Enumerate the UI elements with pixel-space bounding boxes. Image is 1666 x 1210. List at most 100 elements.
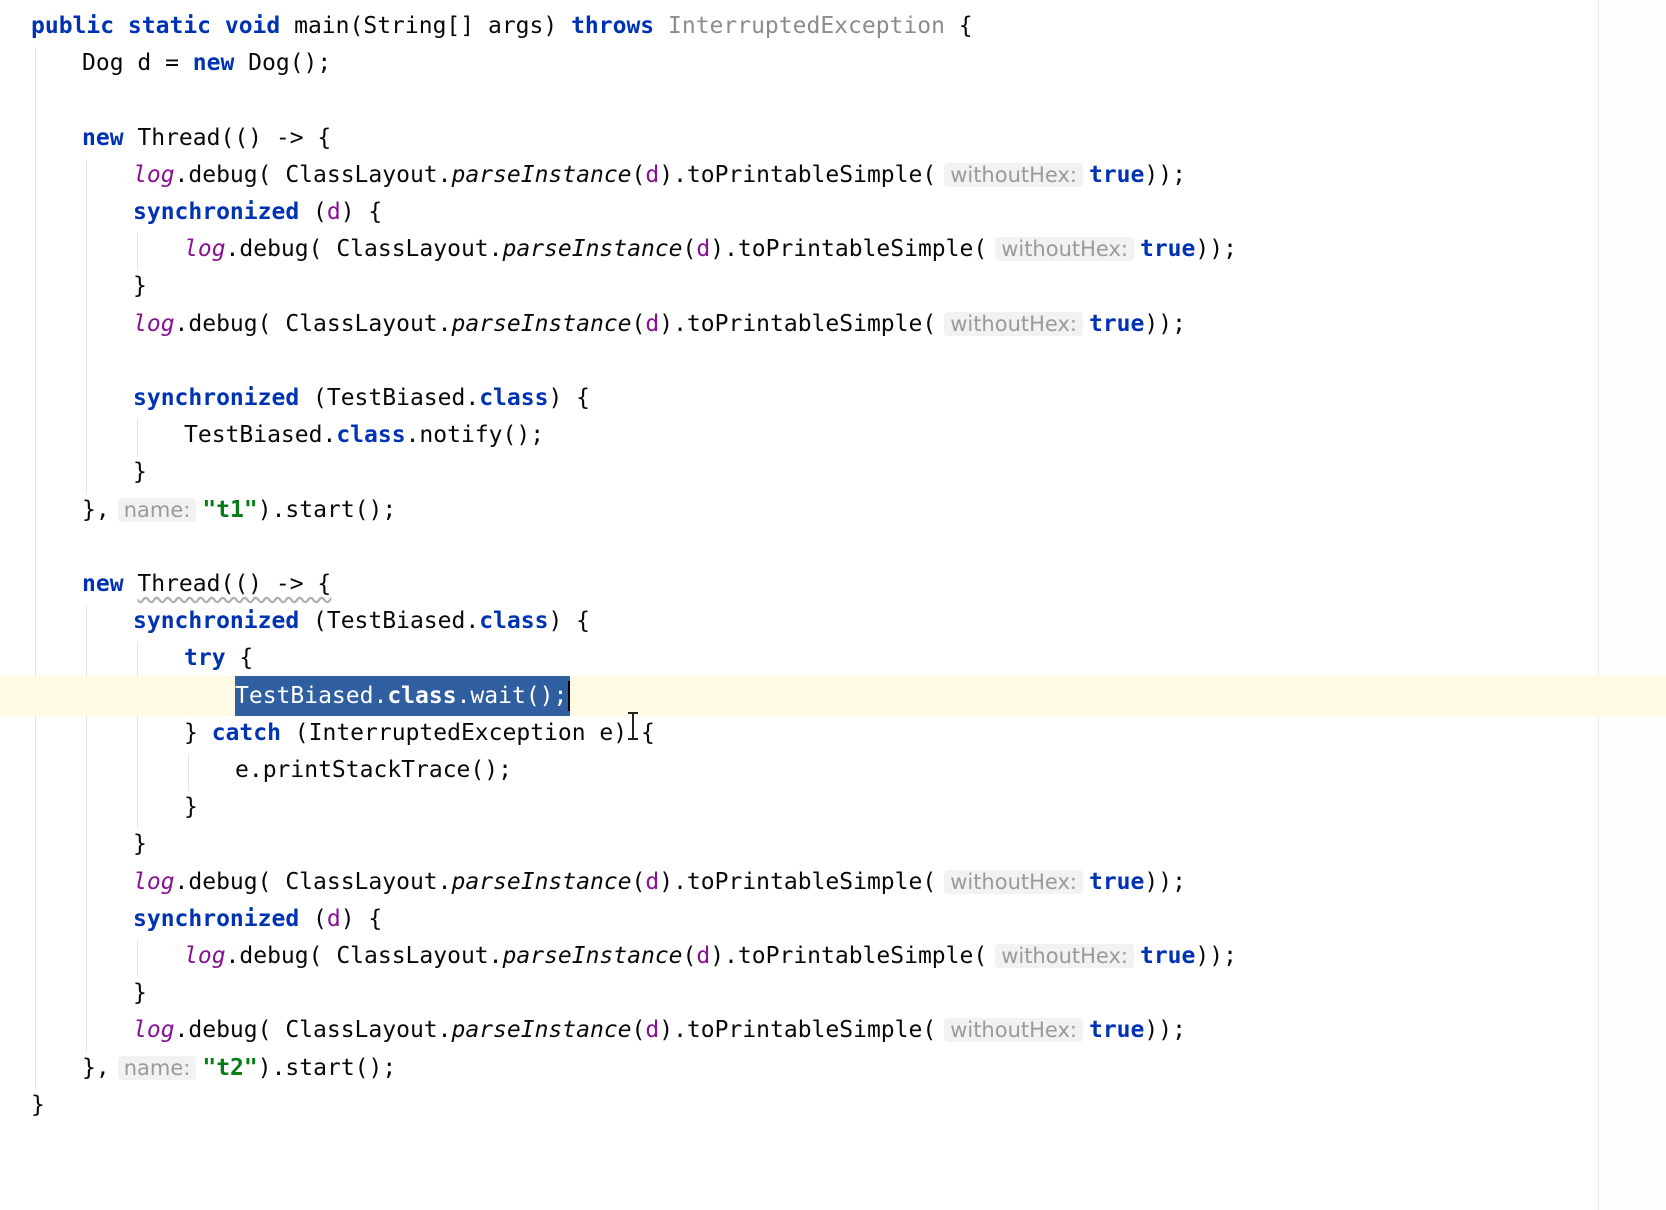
code-token: true [1088,1017,1145,1044]
code-token: d [696,943,711,969]
code-line[interactable]: } [0,973,1666,1013]
parameter-hint: withoutHex: [995,944,1134,968]
code-line[interactable]: try { [0,638,1666,678]
code-line[interactable]: } [0,452,1666,492]
code-token: .debug( ClassLayout. [174,161,452,188]
parameter-hint: withoutHex: [944,869,1083,894]
code-text: } catch (InterruptedException e) { [184,713,655,753]
code-token: { [239,645,254,672]
code-text: try { [184,638,253,678]
code-token: synchronized [133,608,314,635]
selected-text: TestBiased.class.wait(); [235,675,571,716]
code-token: Dog d = [82,50,193,77]
code-token: "t1" [202,496,258,523]
code-token: )); [1144,868,1186,895]
code-line[interactable]: } [0,824,1666,864]
code-line[interactable] [0,80,1666,120]
code-token: "t2" [202,1054,258,1081]
code-token: .debug( ClassLayout. [174,1017,452,1044]
code-token: synchronized [133,385,314,411]
code-token: parseInstance [451,310,632,337]
code-token: TestBiased. [235,682,388,709]
code-line[interactable]: log.debug( ClassLayout.parseInstance(d).… [0,229,1666,269]
code-text: }, name: "t2").start(); [82,1048,396,1088]
code-line[interactable]: log.debug( ClassLayout.parseInstance(d).… [0,304,1666,344]
code-editor[interactable]: public static void main(String[] args) t… [0,0,1666,1210]
code-token: } [133,273,147,300]
parameter-hint: withoutHex: [944,1018,1083,1043]
code-token: (TestBiased. [313,385,480,411]
code-token: (InterruptedException e) { [294,719,655,746]
code-text: } [184,787,198,827]
code-line[interactable]: } [0,266,1666,306]
parameter-hint: name: [117,1055,197,1080]
code-token: try [184,645,240,672]
code-text: e.printStackTrace(); [235,750,512,790]
code-token: ( [682,236,697,263]
code-line[interactable]: log.debug( ClassLayout.parseInstance(d).… [0,936,1666,976]
code-token: parseInstance [502,943,683,969]
code-token: d [326,199,341,225]
code-token: true [1088,161,1145,188]
code-token: ( [313,905,327,932]
code-token: class [479,385,549,411]
code-line[interactable]: } catch (InterruptedException e) { [0,713,1666,753]
code-line[interactable]: e.printStackTrace(); [0,750,1666,790]
code-text: synchronized (d) { [133,192,382,232]
code-line[interactable] [0,527,1666,567]
code-line[interactable]: public static void main(String[] args) t… [0,6,1666,46]
code-line[interactable]: new Thread(() -> { [0,564,1666,604]
code-token: log [133,310,175,337]
code-token: ( [313,199,327,225]
code-token: synchronized [133,905,314,932]
code-token: InterruptedException [668,13,945,39]
parameter-hint: name: [117,497,197,522]
code-token: )); [1144,1017,1186,1044]
code-token: ( [631,868,646,895]
code-token: parseInstance [502,236,683,263]
code-text: new Thread(() -> { [82,118,331,158]
code-line[interactable]: synchronized (d) { [0,192,1666,232]
code-line[interactable] [0,341,1666,381]
code-token: ).toPrintableSimple( [710,236,988,263]
code-token: log [184,943,226,969]
code-token: log [133,1017,175,1044]
code-token: (TestBiased. [313,608,480,635]
code-line[interactable]: log.debug( ClassLayout.parseInstance(d).… [0,862,1666,902]
code-line[interactable]: synchronized (TestBiased.class) { [0,601,1666,641]
code-line[interactable]: log.debug( ClassLayout.parseInstance(d).… [0,1010,1666,1050]
code-token: e.printStackTrace(); [235,757,512,783]
code-line[interactable]: synchronized (d) { [0,899,1666,939]
code-line[interactable]: log.debug( ClassLayout.parseInstance(d).… [0,155,1666,195]
code-token: ( [631,310,646,337]
code-token: ( [631,161,646,188]
code-token: catch [211,719,295,746]
code-text: log.debug( ClassLayout.parseInstance(d).… [133,304,1186,344]
code-line[interactable]: TestBiased.class.notify(); [0,415,1666,455]
code-text: log.debug( ClassLayout.parseInstance(d).… [133,155,1186,195]
code-line[interactable]: new Thread(() -> { [0,118,1666,158]
code-token: Thread(() -> { [137,571,332,597]
code-text: new Thread(() -> { [82,564,331,604]
code-token: ).toPrintableSimple( [710,943,988,969]
code-line[interactable]: }, name: "t2").start(); [0,1048,1666,1088]
code-text: } [133,452,147,492]
code-token: true [1088,868,1145,895]
code-token: class [479,608,549,635]
code-line[interactable]: Dog d = new Dog(); [0,43,1666,83]
code-token: )); [1144,310,1186,337]
code-line[interactable]: }, name: "t1").start(); [0,490,1666,530]
code-token: synchronized [133,199,314,225]
code-text: log.debug( ClassLayout.parseInstance(d).… [184,229,1237,269]
code-line[interactable]: } [0,787,1666,827]
code-text: TestBiased.class.notify(); [184,415,544,455]
code-token: new [192,50,249,77]
code-token: }, [82,1054,110,1081]
code-line[interactable]: synchronized (TestBiased.class) { [0,378,1666,418]
code-token: }, [82,496,110,523]
code-token: } [184,719,212,746]
code-token: .debug( ClassLayout. [174,310,452,337]
code-line[interactable]: TestBiased.class.wait(); [0,675,1666,716]
code-text: } [133,824,147,864]
code-line[interactable]: } [0,1085,1666,1125]
